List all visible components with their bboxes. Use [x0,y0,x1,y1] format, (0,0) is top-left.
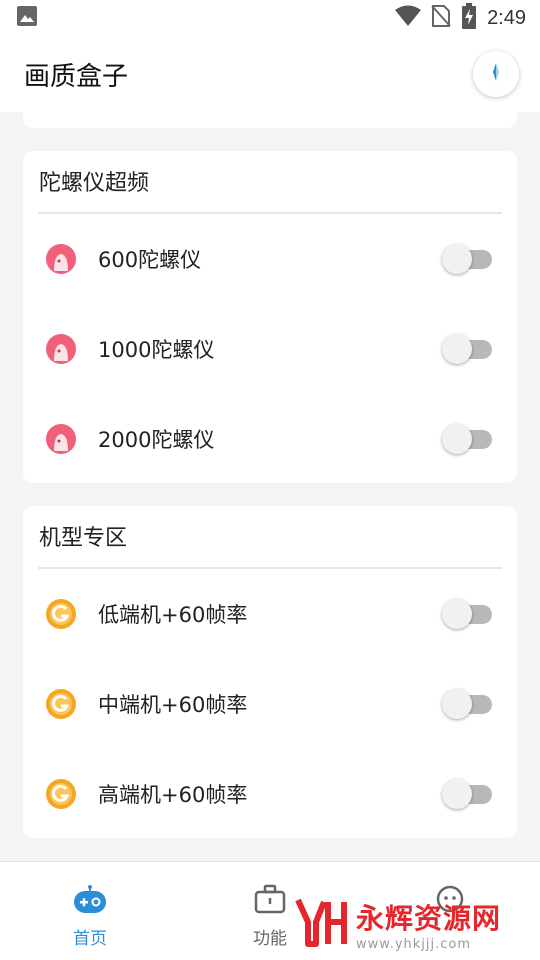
image-icon [16,5,38,31]
no-sim-icon [431,4,451,32]
list-item[interactable]: 2000陀螺仪 [23,394,517,484]
nav-label-functions: 功能 [253,929,287,949]
list-item[interactable]: 高端机+60帧率 [23,749,517,839]
toggle-switch[interactable] [442,244,494,274]
app-title: 画质盒子 [24,61,129,92]
pink-ghost-icon [45,333,77,365]
watermark: 永辉资源网 www.yhkjjj.com [294,892,520,956]
status-bar: 2:49 [0,0,540,36]
toggle-switch[interactable] [442,779,494,809]
toggle-switch[interactable] [442,689,494,719]
toggle-switch[interactable] [442,424,494,454]
orange-g-icon [45,778,77,810]
status-indicators: 2:49 [395,3,526,33]
gamepad-icon [72,884,108,918]
list-item[interactable]: 中端机+60帧率 [23,659,517,749]
battery-charging-icon [461,3,477,33]
briefcase-icon [254,884,286,918]
compass-icon [486,62,506,86]
section-title: 陀螺仪超频 [39,171,150,196]
watermark-url: www.yhkjjj.com [356,936,472,952]
orange-g-icon [45,598,77,630]
previous-card [23,112,517,128]
app-bar: 画质盒子 [0,36,540,112]
status-time: 2:49 [487,6,526,29]
nav-home[interactable]: 首页 [45,884,135,949]
item-label: 中端机+60帧率 [98,693,248,717]
toggle-switch[interactable] [442,599,494,629]
section-card-gyro: 陀螺仪超频 600陀螺仪 1000陀螺仪 2000陀螺仪 [23,151,517,483]
watermark-logo-icon [294,894,350,954]
list-item[interactable]: 1000陀螺仪 [23,304,517,394]
section-title: 机型专区 [39,526,128,551]
pink-ghost-icon [45,423,77,455]
orange-g-icon [45,688,77,720]
list-item[interactable]: 低端机+60帧率 [23,569,517,659]
item-label: 高端机+60帧率 [98,783,248,807]
item-label: 600陀螺仪 [98,248,202,272]
toggle-switch[interactable] [442,334,494,364]
wifi-icon [395,5,422,31]
list-item[interactable]: 600陀螺仪 [23,214,517,304]
section-card-model: 机型专区 低端机+60帧率 中端机+60帧率 高端机+60帧率 [23,506,517,838]
item-label: 1000陀螺仪 [98,338,215,362]
item-label: 低端机+60帧率 [98,603,248,627]
nav-label-home: 首页 [73,929,107,949]
compass-button[interactable] [473,51,519,97]
main-content[interactable]: 陀螺仪超频 600陀螺仪 1000陀螺仪 2000陀螺仪 机型专区 低端机+60… [0,112,540,861]
pink-ghost-icon [45,243,77,275]
item-label: 2000陀螺仪 [98,428,215,452]
watermark-title: 永辉资源网 [356,901,502,935]
